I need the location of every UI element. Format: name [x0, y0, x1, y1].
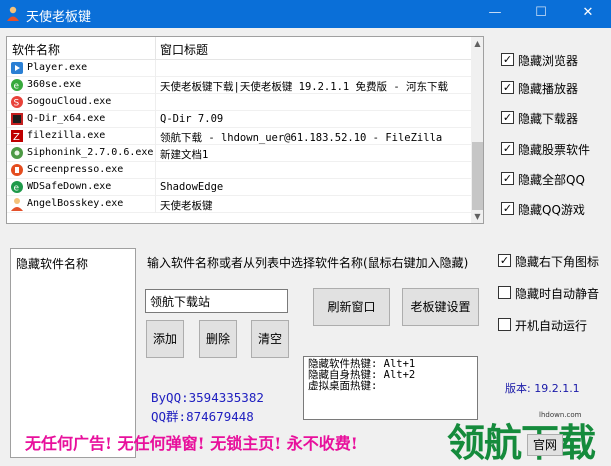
hotkey-virtual-desktop: 虚拟桌面热键:	[308, 380, 378, 392]
wdsafedown-icon: e	[11, 181, 23, 194]
list-item[interactable]: Z filezilla.exe 领航下载 - lhdown_uer@61.183…	[7, 128, 471, 145]
list-item[interactable]: S SogouCloud.exe	[7, 94, 471, 111]
minimize-button[interactable]: —	[472, 0, 518, 28]
process-list[interactable]: 软件名称 窗口标题 Player.exe e 360se.exe 天使老板键下载…	[6, 36, 484, 224]
filezilla-icon: Z	[11, 130, 23, 143]
contact-qq-group: QQ群:874679448	[151, 409, 254, 424]
clear-button[interactable]: 清空	[251, 320, 289, 358]
list-item[interactable]: AngelBosskey.exe 天使老板键	[7, 196, 471, 213]
contact-qq: ByQQ:3594335382	[151, 390, 264, 405]
hidden-software-list[interactable]: 隐藏软件名称	[10, 248, 136, 458]
title-bar: 天使老板键 — ☐ ✕	[0, 0, 611, 28]
refresh-window-button[interactable]: 刷新窗口	[313, 288, 390, 326]
app-icon	[7, 6, 19, 21]
scroll-up-icon[interactable]: ▲	[471, 37, 483, 50]
list-item[interactable]: e WDSafeDown.exe ShadowEdge	[7, 179, 471, 196]
checkbox[interactable]: ✓	[501, 53, 514, 66]
version-label: 版本: 19.2.1.1	[505, 382, 580, 395]
player-icon	[11, 62, 23, 74]
scrollbar-thumb[interactable]	[472, 142, 483, 210]
angelbosskey-icon	[11, 198, 23, 211]
add-button[interactable]: 添加	[146, 320, 184, 358]
list-item[interactable]: Siphonink_2.7.0.6.exe 新建文档1	[7, 145, 471, 162]
column-header-software[interactable]: 软件名称	[12, 41, 60, 58]
checkbox[interactable]: ✓	[498, 254, 511, 267]
close-button[interactable]: ✕	[565, 0, 611, 28]
sogou-icon: S	[11, 96, 23, 109]
slogan-text: 无任何广告! 无任何弹窗! 无锁主页! 永不收费!	[25, 434, 358, 453]
column-header-window-title[interactable]: 窗口标题	[160, 41, 208, 58]
list-item[interactable]: Player.exe	[7, 60, 471, 77]
window-title: 天使老板键	[26, 10, 92, 25]
screenpresso-icon	[11, 164, 23, 176]
list-item[interactable]: Q-Dir_x64.exe Q-Dir 7.09	[7, 111, 471, 128]
checkbox[interactable]: ✓	[501, 202, 514, 215]
360se-icon: e	[11, 79, 23, 92]
main-panel: 软件名称 窗口标题 Player.exe e 360se.exe 天使老板键下载…	[0, 28, 611, 466]
scroll-down-icon[interactable]: ▼	[471, 210, 483, 223]
list-item[interactable]: Screenpresso.exe	[7, 162, 471, 179]
siphonink-icon	[11, 147, 23, 159]
qdir-icon	[11, 113, 23, 125]
checkbox[interactable]: ✓	[501, 172, 514, 185]
hidden-list-title: 隐藏软件名称	[16, 257, 89, 271]
list-item[interactable]: e 360se.exe 天使老板键下载|天使老板键 19.2.1.1 免费版 -…	[7, 77, 471, 94]
svg-text:e: e	[14, 184, 20, 194]
checkbox[interactable]: ✓	[501, 142, 514, 155]
process-list-header: 软件名称 窗口标题	[7, 37, 471, 60]
svg-text:S: S	[14, 99, 20, 109]
checkbox[interactable]: ✓	[501, 111, 514, 124]
software-name-input[interactable]: 领航下载站	[145, 289, 288, 313]
svg-text:e: e	[14, 82, 20, 92]
checkbox[interactable]	[498, 318, 511, 331]
bosskey-settings-button[interactable]: 老板键设置	[402, 288, 479, 326]
official-site-button[interactable]: 官网	[527, 434, 563, 456]
checkbox[interactable]	[498, 286, 511, 299]
instruction-text: 输入软件名称或者从列表中选择软件名称(鼠标右键加入隐藏)	[147, 256, 469, 270]
delete-button[interactable]: 删除	[199, 320, 237, 358]
svg-text:Z: Z	[13, 132, 20, 143]
checkbox[interactable]: ✓	[501, 81, 514, 94]
maximize-button[interactable]: ☐	[518, 0, 564, 28]
process-list-scrollbar[interactable]: ▲ ▼	[471, 37, 483, 223]
